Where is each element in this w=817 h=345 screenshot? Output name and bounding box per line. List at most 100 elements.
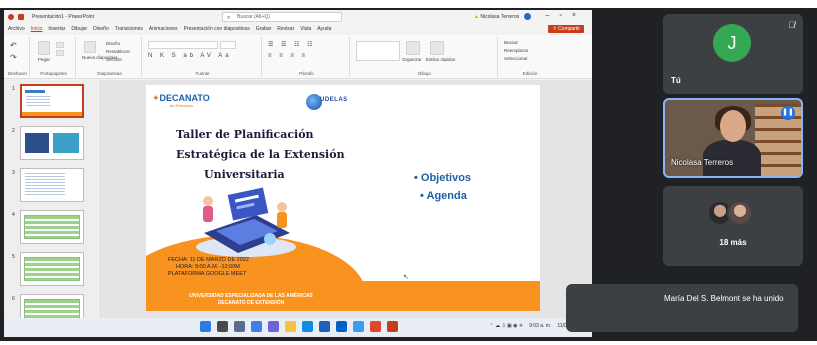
tray-icons[interactable]: ⌃ ☁ ⇩ ▣ ◉ ✈ [490,323,524,329]
new-slide-icon[interactable] [84,41,96,53]
task-view-icon[interactable] [234,321,245,332]
menu-presentacion[interactable]: Presentación con diapositivas [184,26,250,32]
bullet-objetivos: • Objetivos [414,172,472,184]
chat-icon[interactable] [268,321,279,332]
ribbon-group-font: N K S ab AV Aa Fuente [144,37,262,77]
font-name-select[interactable] [148,41,218,49]
slide-thumbnail-4[interactable] [20,210,84,244]
menu-dibujar[interactable]: Dibujar [71,26,87,32]
close-icon[interactable]: × [572,12,586,19]
autosave-icon[interactable] [8,14,14,20]
slide-canvas[interactable]: ✦DECANATO de Extensión UDELAS Taller de … [146,85,540,311]
slide-thumbnail-1[interactable] [20,84,84,118]
align-buttons[interactable]: ≡ ≡ ≡ ≡ [268,53,308,59]
thumb-number: 1 [12,86,15,92]
cut-icon[interactable] [56,42,64,48]
udelas-logo: UDELAS [306,94,347,110]
star-icon: ✦ [152,93,160,103]
minimize-icon[interactable]: – [546,12,560,19]
participant-avatar [727,200,753,226]
start-icon[interactable] [200,321,211,332]
app-icon[interactable] [353,321,364,332]
edge-icon[interactable] [302,321,313,332]
word-icon[interactable] [336,321,347,332]
menu-diseno[interactable]: Diseño [93,26,109,32]
ribbon-group-label: Fuente [195,71,210,76]
participant-tile-speaker[interactable]: ❚❚ Nicolasa Terreros [663,98,803,178]
font-format-buttons[interactable]: N K S ab AV Aa [148,53,232,59]
quick-styles-icon[interactable] [430,41,444,55]
bullet-list[interactable]: • Objetivos • Agenda [414,169,471,205]
mic-off-icon: 🎙̸ [788,20,795,30]
chrome-icon[interactable] [370,321,381,332]
slide-thumbnail-5[interactable] [20,252,84,286]
taskbar-icons [200,321,398,332]
thumb-number: 2 [12,128,15,134]
section-button[interactable]: Sección [106,57,122,62]
shapes-gallery[interactable] [356,41,400,61]
share-label: Compartir [558,26,580,32]
event-date: FECHA: 11 DE MARZO DE 2022 [168,257,249,263]
ribbon-group-drawing: Organizar Estilos rápidos Dibujo [352,37,498,77]
undo-icon[interactable]: ↶ [10,41,17,50]
redo-icon[interactable]: ↷ [10,53,17,62]
participant-face [720,110,746,142]
reset-button[interactable]: Restablecer [106,49,130,54]
thumb-image [53,133,79,153]
widgets-icon[interactable] [251,321,262,332]
ribbon-group-paragraph: ☰ ☰ ☷ ☷ ≡ ≡ ≡ ≡ Párrafo [264,37,350,77]
menu-grabar[interactable]: Grabar [256,26,272,32]
arrange-label[interactable]: Organizar [402,57,422,62]
account-avatar[interactable] [523,13,531,20]
replace-button[interactable]: Reemplazar [504,48,528,53]
footer-text: UNIVERSIDAD ESPECIALIZADA DE LAS AMÉRICA… [146,293,356,307]
share-button[interactable]: ⇪ Compartir [548,25,584,33]
arrange-icon[interactable] [406,41,420,55]
self-tile[interactable]: 🎙̸ J Tú [663,14,803,94]
search-placeholder: Buscar (Alt+Q) [237,14,270,20]
list-buttons[interactable]: ☰ ☰ ☷ ☷ [268,41,316,48]
search-taskbar-icon[interactable] [217,321,228,332]
menu-ayuda[interactable]: Ayuda [317,26,331,32]
font-size-select[interactable] [220,41,236,49]
copy-icon[interactable] [56,50,64,56]
tray-time[interactable]: 9:03 a. m. [529,323,551,329]
more-participants-tile[interactable]: 18 más [663,186,803,266]
ribbon-group-undo: ↶ ↷ Deshacer [6,37,30,77]
paste-label[interactable]: Pegar [38,57,50,62]
slide-thumbnail-3[interactable] [20,168,84,202]
save-icon[interactable] [18,14,24,20]
menu-transiciones[interactable]: Transiciones [115,26,143,32]
layout-button[interactable]: Diseño [106,41,120,46]
find-button[interactable]: Buscar [504,40,518,45]
menu-inicio[interactable]: Inicio [31,26,43,32]
speaking-icon: ❚❚ [781,106,795,120]
paste-icon[interactable] [38,41,50,55]
powerpoint-window: Presentación1 - PowerPoint ⌕ Buscar (Alt… [4,10,592,337]
store-icon[interactable] [319,321,330,332]
select-button[interactable]: Seleccionar [504,56,528,61]
account[interactable]: ▲ Nicolasa Terreros [474,13,531,20]
slide-editor[interactable]: ✦DECANATO de Extensión UDELAS Taller de … [99,80,592,324]
more-count: 18 más [719,238,747,247]
menu-revisar[interactable]: Revisar [277,26,294,32]
powerpoint-icon[interactable] [387,321,398,332]
thumb-logo [25,90,45,93]
menu-animaciones[interactable]: Animaciones [149,26,178,32]
illustration-person-head [203,196,213,206]
ribbon-group-label: Diapositivas [97,71,122,76]
menu-archivo[interactable]: Archivo [8,26,25,32]
file-explorer-icon[interactable] [285,321,296,332]
quick-styles-label[interactable]: Estilos rápidos [426,57,455,62]
search-input[interactable]: ⌕ Buscar (Alt+Q) [222,12,342,22]
slide-thumbnail-2[interactable] [20,126,84,160]
slide-title[interactable]: Taller de Planificación Estratégica de l… [176,125,345,185]
thumb-number: 5 [12,254,15,260]
event-time: HORA: 9:00 A.M. -12:00M [176,264,240,270]
menu-vista[interactable]: Vista [300,26,311,32]
windows-taskbar: ⌃ ☁ ⇩ ▣ ◉ ✈ 9:03 a. m. 11/03/2022 [4,318,592,337]
self-label: Tú [671,76,681,85]
thumb-footer [22,112,82,116]
menu-insertar[interactable]: Insertar [48,26,65,32]
maximize-icon[interactable]: ▫ [559,12,571,19]
